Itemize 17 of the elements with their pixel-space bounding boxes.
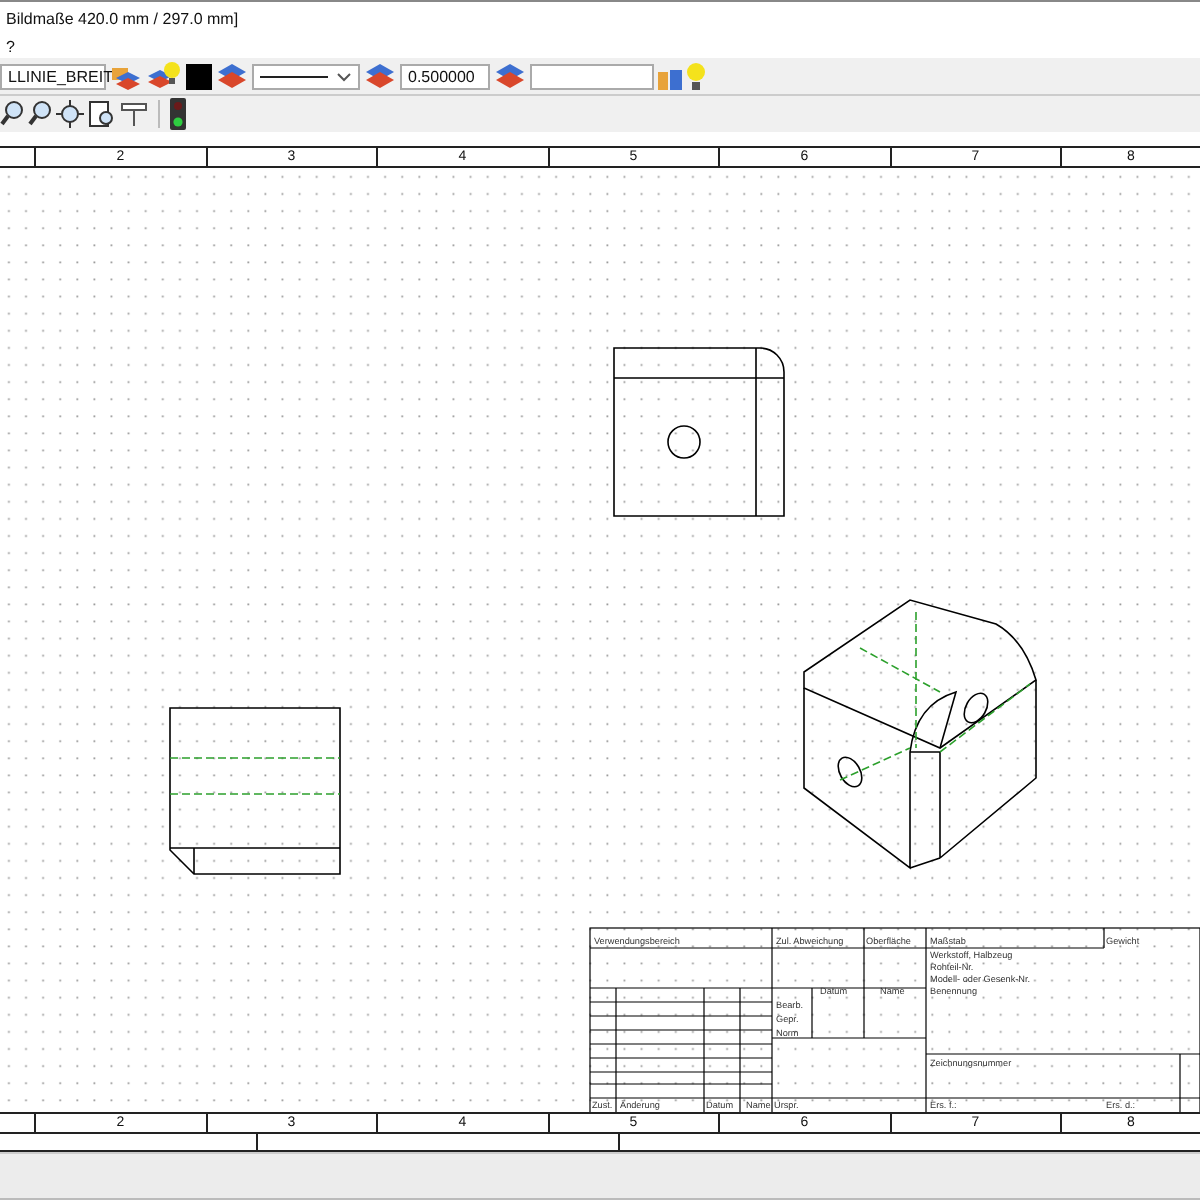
zoom-in-icon[interactable] [0, 100, 24, 128]
line-width-field[interactable]: 0.500000 [400, 63, 490, 89]
text-field[interactable] [530, 63, 654, 89]
layers-bulb-icon[interactable] [146, 60, 182, 92]
menu-item[interactable]: ? [6, 37, 15, 55]
chevron-down-icon [336, 71, 352, 81]
zoom-out-icon[interactable] [28, 100, 52, 128]
bulb-icon[interactable] [686, 62, 706, 90]
layers-icon[interactable] [216, 60, 248, 92]
traffic-light-icon[interactable] [170, 98, 186, 130]
zoom-page-icon[interactable] [88, 100, 116, 128]
color-swatch[interactable] [186, 63, 212, 89]
layers-icon[interactable] [364, 60, 396, 92]
line-style-dropdown[interactable] [252, 63, 360, 89]
window-title: Bildmaße 420.0 mm / 297.0 mm] [6, 9, 239, 27]
layers-icon[interactable] [494, 60, 526, 92]
zoom-extents-icon[interactable] [56, 100, 84, 128]
